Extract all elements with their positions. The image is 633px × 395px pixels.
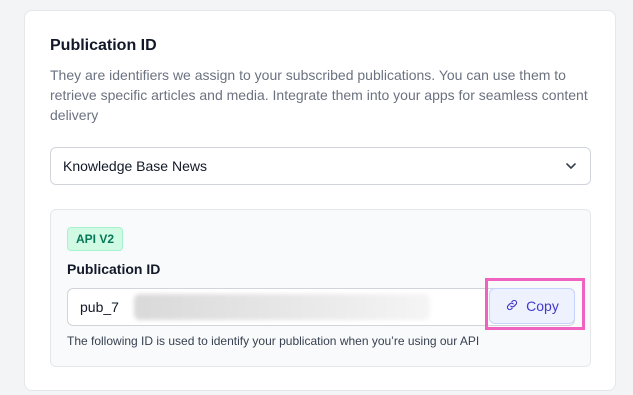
publication-id-label: Publication ID <box>67 261 161 277</box>
publication-select[interactable]: Knowledge Base News <box>50 147 591 185</box>
api-version-badge: API V2 <box>67 227 124 251</box>
link-icon <box>505 298 519 315</box>
publication-id-card: Publication ID They are identifiers we a… <box>24 10 616 391</box>
redacted-id-blur <box>134 294 430 320</box>
section-description: They are identifiers we assign to your s… <box>50 67 588 123</box>
publication-select-value: Knowledge Base News <box>63 158 207 174</box>
copy-button[interactable]: Copy <box>489 288 575 324</box>
publication-id-helper: The following ID is used to identify you… <box>67 334 480 348</box>
copy-button-label: Copy <box>526 298 559 314</box>
chevron-down-icon <box>564 159 578 173</box>
publication-id-value: pub_7 <box>80 299 119 315</box>
section-title: Publication ID <box>50 37 157 54</box>
publication-id-panel: API V2 Publication ID pub_7 Copy The fol… <box>50 209 591 367</box>
